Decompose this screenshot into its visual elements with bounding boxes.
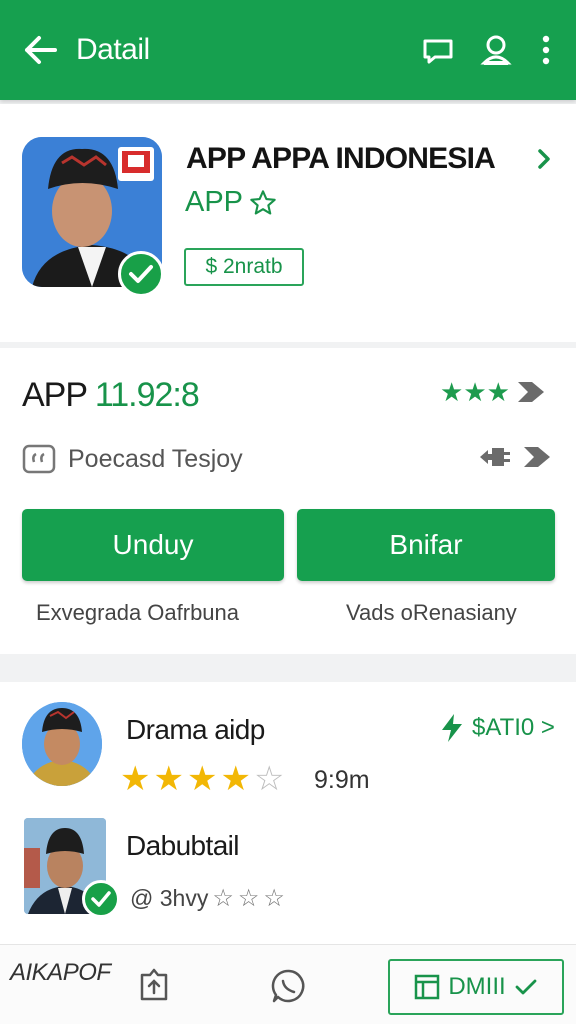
info-row-actions xyxy=(478,442,554,472)
footer-right-text: Vads oRenasiany xyxy=(346,600,517,625)
check-icon xyxy=(91,891,111,907)
app-header-card: APP APPA INDONESIA APP $ 2nratb xyxy=(0,104,576,342)
primary-action-button[interactable]: DMIII xyxy=(388,959,564,1015)
star-icon: ★ xyxy=(153,760,184,798)
upload-button[interactable] xyxy=(136,967,172,1003)
page-title: Datail xyxy=(76,33,150,66)
brand-logo: AIKAPOF xyxy=(10,959,111,986)
back-button[interactable] xyxy=(20,30,60,70)
whatsapp-button[interactable] xyxy=(270,967,308,1005)
profile-icon xyxy=(480,35,512,65)
star-outline-icon: ☆ xyxy=(212,885,234,912)
price-tag[interactable]: $ 2nratb xyxy=(184,248,304,286)
upload-icon xyxy=(140,968,168,1001)
more-button[interactable] xyxy=(534,30,558,70)
share-button[interactable]: Bnifar xyxy=(297,509,555,581)
lightning-icon xyxy=(442,714,462,742)
forward-icon[interactable] xyxy=(514,378,548,406)
info-row: Poecasd Tesjoy xyxy=(22,444,243,474)
verified-badge xyxy=(118,251,164,297)
version-label: APP 11.92:8 xyxy=(22,376,200,415)
check-icon xyxy=(515,979,537,995)
star-icon: ★ xyxy=(186,760,218,798)
star-icon: ★ xyxy=(486,377,510,407)
reviewer-name: Dabubtail xyxy=(126,830,240,861)
star-outline-icon: ☆ xyxy=(263,885,285,912)
forward-icon[interactable] xyxy=(520,443,554,471)
review-action-label: $ATI0 > xyxy=(472,714,555,741)
app-name: APP APPA INDONESIA xyxy=(186,142,496,175)
app-icon[interactable] xyxy=(22,137,164,297)
star-outline-icon: ☆ xyxy=(237,885,260,912)
primary-action-label: DMIII xyxy=(448,973,506,1000)
reviews-card: Drama aidp ★ ★ ★ ★ ☆ 9:9m $ATI0 > Dabubt… xyxy=(0,682,576,944)
whatsapp-icon xyxy=(271,969,305,1003)
window-icon xyxy=(415,974,440,1000)
review-action[interactable]: $ATI0 > xyxy=(438,712,555,744)
app-subtitle-text: APP xyxy=(185,186,244,218)
message-icon xyxy=(22,444,56,474)
star-outline-icon[interactable] xyxy=(249,189,277,217)
chat-button[interactable] xyxy=(418,30,458,70)
star-outline-icon: ☆ xyxy=(253,760,285,798)
check-icon xyxy=(129,265,153,283)
reviewer-avatar[interactable] xyxy=(22,702,102,786)
rating-stars: ★ ★ ★ xyxy=(440,378,548,406)
bottom-bar: AIKAPOF DMIII xyxy=(0,944,576,1024)
info-label: Poecasd Tesjoy xyxy=(68,444,243,473)
review-rating: ★ ★ ★ ★ ☆ xyxy=(120,762,284,796)
reviewer-name: Drama aidp xyxy=(126,714,265,745)
review-meta: @ 3hvy ☆ ☆ ☆ xyxy=(130,884,285,913)
star-icon: ★ xyxy=(463,377,487,407)
app-bar: Datail xyxy=(0,0,576,100)
reviewer-avatar[interactable] xyxy=(24,818,120,918)
version-number: 11.92:8 xyxy=(94,376,200,414)
release-card: APP 11.92:8 ★ ★ ★ Poecasd Tesjoy Unduy B… xyxy=(0,348,576,654)
review-time: 9:9m xyxy=(314,766,370,794)
version-prefix: APP xyxy=(22,376,87,414)
chat-icon xyxy=(423,39,453,64)
profile-button[interactable] xyxy=(476,30,516,70)
app-detail-chevron[interactable] xyxy=(532,144,556,174)
footer-left-text: Exvegrada Oafrbuna xyxy=(36,600,240,625)
verified-badge xyxy=(82,880,120,918)
review-meta-text: @ 3hvy xyxy=(130,885,209,911)
more-vert-icon xyxy=(542,35,550,65)
star-icon: ★ xyxy=(220,760,251,798)
star-icon: ★ xyxy=(120,760,151,798)
star-icon: ★ xyxy=(440,377,464,407)
chevron-right-icon xyxy=(538,149,550,169)
back-arrow-icon xyxy=(25,36,57,64)
app-subtitle: APP xyxy=(185,186,277,219)
plugin-icon[interactable] xyxy=(478,442,514,472)
download-button[interactable]: Unduy xyxy=(22,509,284,581)
avatar-portrait-icon xyxy=(22,702,102,786)
